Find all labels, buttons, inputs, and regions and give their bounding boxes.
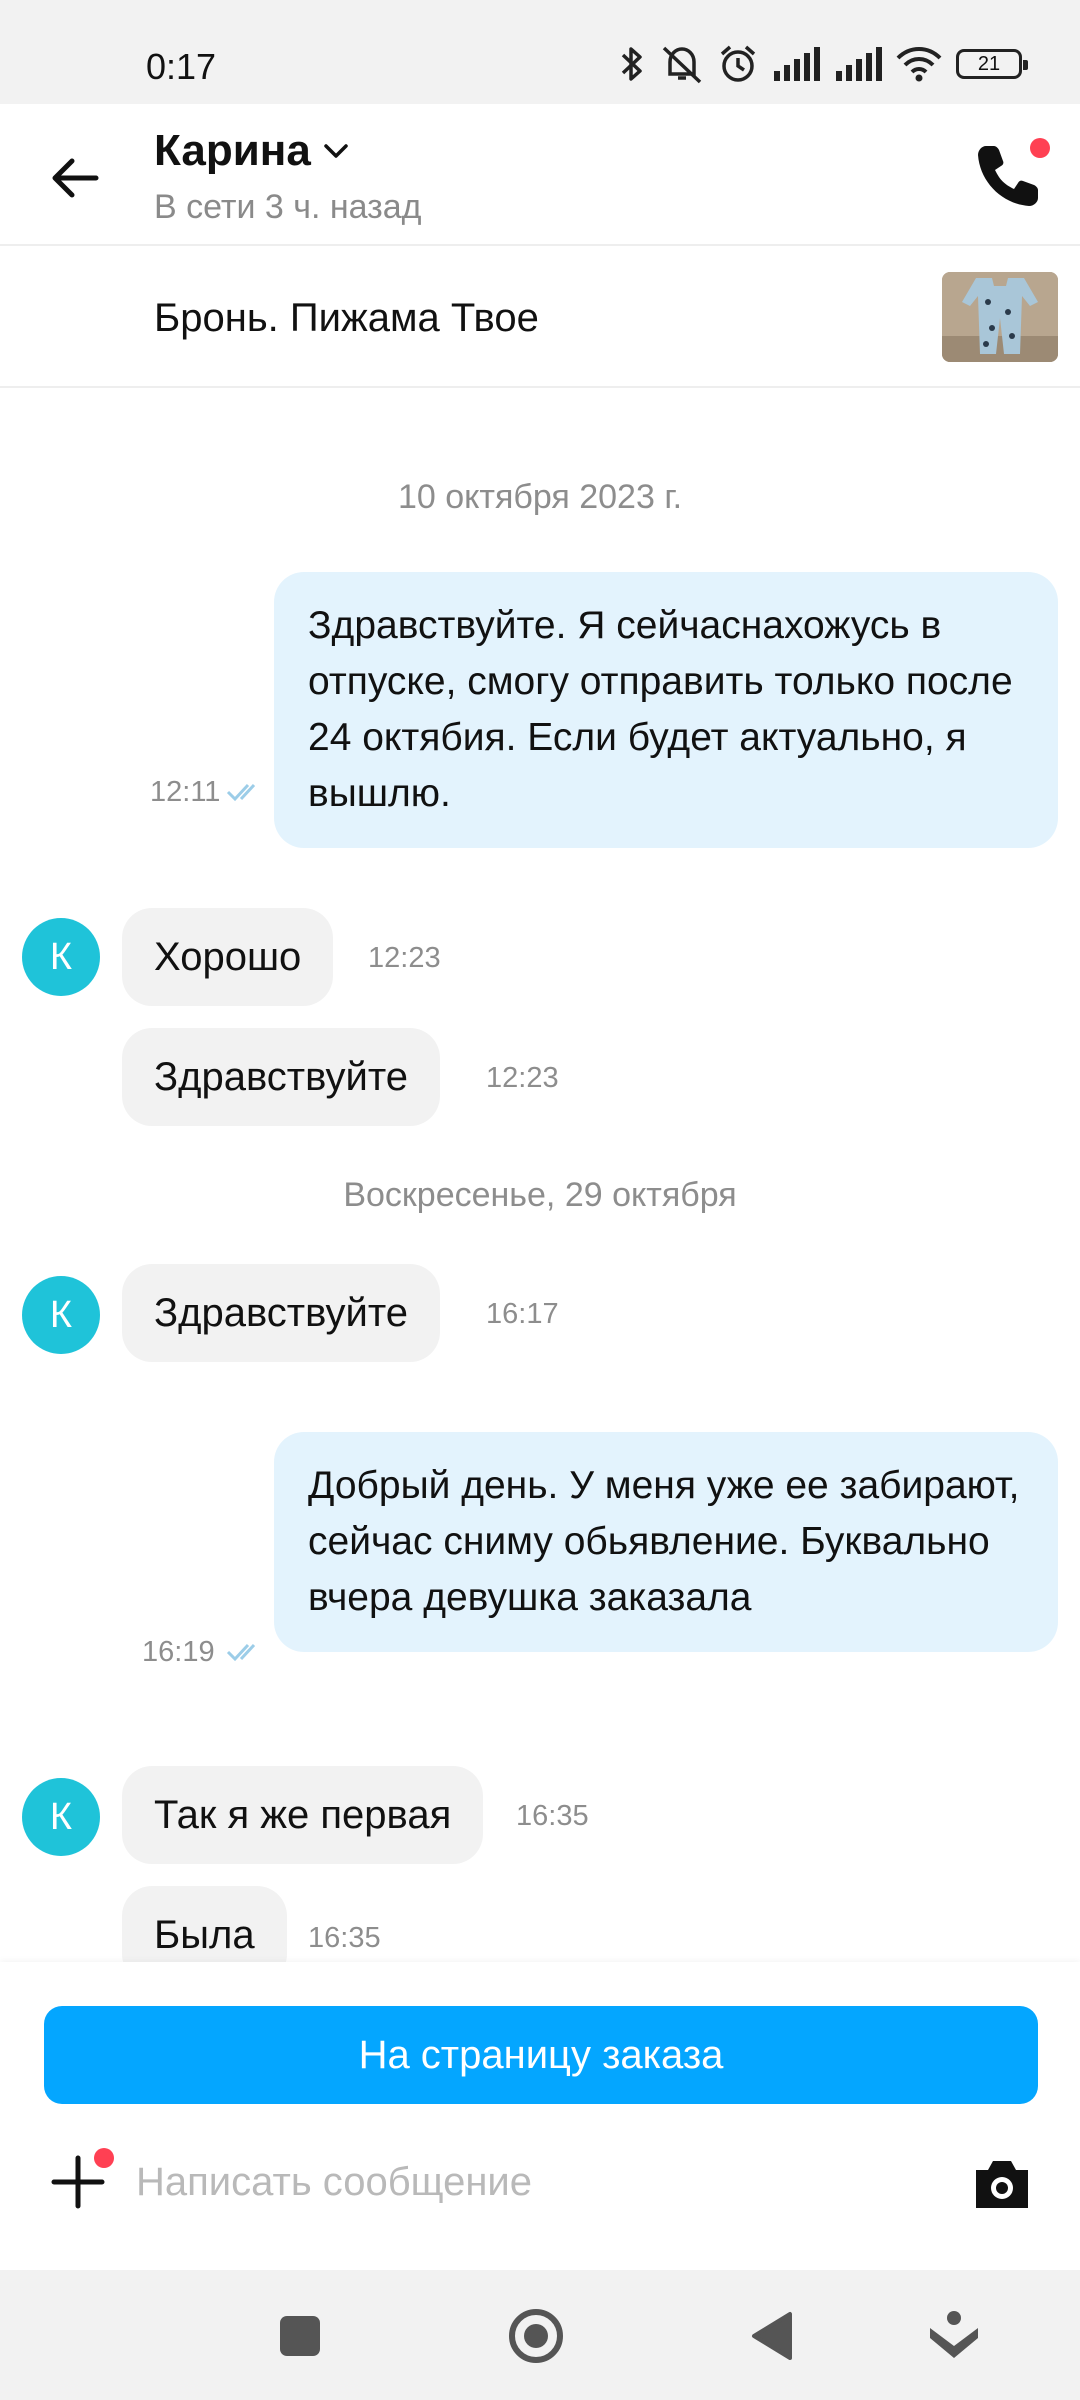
signal-icon <box>774 47 820 81</box>
listing-title: Бронь. Пижама Твое <box>154 296 539 340</box>
wifi-icon <box>896 47 942 82</box>
message-time: 12:23 <box>486 1062 559 1094</box>
chat-screen: 0:17 21 Карина В сети 3 ч. назад Бронь. … <box>0 0 1080 2400</box>
incoming-message[interactable]: Здравствуйте <box>122 1264 440 1362</box>
date-separator: 10 октября 2023 г. <box>397 478 683 516</box>
recent-apps-icon[interactable] <box>270 2306 330 2366</box>
listing-strip[interactable]: Бронь. Пижама Твое <box>0 248 1080 388</box>
bluetooth-icon <box>621 47 642 81</box>
avatar[interactable]: К <box>22 1778 100 1856</box>
message-time: 16:17 <box>486 1298 559 1330</box>
date-separator: Воскресенье, 29 октября <box>343 1176 737 1214</box>
listing-thumbnail[interactable] <box>942 272 1058 362</box>
status-time: 0:17 <box>146 46 217 87</box>
home-icon[interactable] <box>506 2306 566 2366</box>
message-time: 16:35 <box>308 1922 381 1954</box>
alarm-icon <box>720 45 756 82</box>
incoming-message[interactable]: Так я же первая <box>122 1766 484 1864</box>
message-time: 12:23 <box>368 942 441 974</box>
signal-icon-2 <box>836 47 882 81</box>
read-ticks-icon <box>226 1643 256 1662</box>
outgoing-message[interactable]: Добрый день. У меня уже ее забирают, сей… <box>274 1432 1058 1652</box>
order-page-button[interactable]: На страницу заказа <box>44 2006 1038 2104</box>
avatar[interactable]: К <box>22 918 100 996</box>
status-icons: 21 <box>618 44 1028 84</box>
avatar[interactable]: К <box>22 1276 100 1354</box>
message-input[interactable] <box>136 2138 936 2226</box>
pajama-image <box>942 272 1058 362</box>
contact-name-dropdown[interactable]: Карина <box>154 126 349 176</box>
contact-name: Карина <box>154 126 311 175</box>
camera-icon[interactable] <box>972 2156 1032 2212</box>
navigation-bar <box>0 2270 1080 2400</box>
back-arrow-icon[interactable] <box>46 148 106 208</box>
contact-status: В сети 3 ч. назад <box>154 188 422 226</box>
chevron-down-icon <box>324 144 348 158</box>
notification-dot <box>1030 138 1050 158</box>
back-icon[interactable] <box>744 2306 804 2366</box>
read-ticks-icon <box>226 783 256 802</box>
battery-icon: 21 <box>956 49 1028 79</box>
composer: На страницу заказа <box>0 1962 1080 2270</box>
notification-dot <box>94 2148 114 2168</box>
incoming-message[interactable]: Хорошо <box>122 908 334 1006</box>
outgoing-message[interactable]: Здравствуйте. Я сейчаснахожусь в отпуске… <box>274 572 1058 848</box>
chat-header: Карина В сети 3 ч. назад <box>0 104 1080 246</box>
incoming-message[interactable]: Здравствуйте <box>122 1028 440 1126</box>
status-bar: 0:17 21 <box>0 0 1080 104</box>
assistant-icon[interactable] <box>924 2306 984 2366</box>
message-time: 12:11 <box>150 776 221 808</box>
message-time: 16:19 <box>142 1636 215 1668</box>
message-time: 16:35 <box>516 1800 589 1832</box>
bell-muted-icon <box>662 46 702 84</box>
